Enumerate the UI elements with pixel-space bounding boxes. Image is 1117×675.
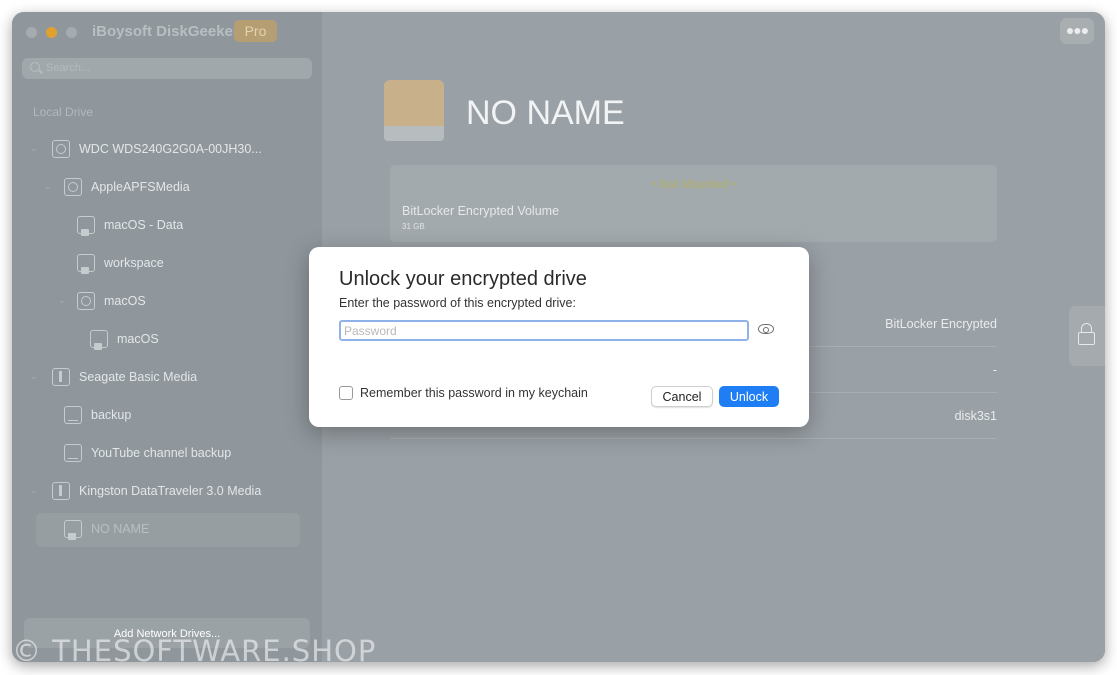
sidebar-item-wdc-disk[interactable]: WDC WDS240G2G0A-00JH30...: [52, 133, 262, 165]
sidebar: iBoysoft DiskGeeker Pro Search... Local …: [12, 12, 322, 662]
disk-icon: [64, 178, 82, 196]
chevron-down-icon[interactable]: ⌄: [30, 371, 42, 382]
sidebar-item-backup[interactable]: backup: [64, 399, 131, 431]
more-options-button[interactable]: ●●●: [1060, 18, 1094, 44]
sidebar-item-seagate[interactable]: Seagate Basic Media: [52, 361, 197, 393]
volume-icon: [64, 444, 82, 462]
chevron-down-icon[interactable]: ⌄: [30, 485, 42, 496]
section-label-local-drive: Local Drive: [33, 105, 94, 119]
volume-type: BitLocker Encrypted Volume: [402, 204, 560, 218]
sidebar-item-macos-container[interactable]: macOS: [77, 285, 146, 317]
sidebar-item-label: YouTube channel backup: [91, 446, 232, 460]
usb-icon: [52, 368, 70, 386]
property-value: -: [992, 363, 997, 377]
volume-size: 31 GB: [402, 222, 425, 231]
search-placeholder: Search...: [46, 62, 91, 74]
search-field[interactable]: Search...: [22, 58, 312, 79]
password-input[interactable]: [339, 320, 749, 341]
sidebar-item-label: NO NAME: [91, 522, 150, 536]
mount-status: • Not Mounted •: [651, 177, 736, 191]
chevron-down-icon[interactable]: ⌄: [30, 143, 42, 154]
cancel-button[interactable]: Cancel: [651, 386, 713, 407]
disk-icon: [77, 292, 95, 310]
dialog-subtitle: Enter the password of this encrypted dri…: [339, 296, 576, 310]
pro-badge: Pro: [234, 20, 277, 42]
locked-volume-icon: [90, 330, 108, 350]
sidebar-item-label: Kingston DataTraveler 3.0 Media: [79, 484, 262, 498]
sidebar-item-label: macOS: [104, 294, 146, 308]
property-value: disk3s1: [954, 409, 997, 423]
locked-volume-icon: [64, 520, 82, 540]
close-window-button[interactable]: [26, 27, 37, 38]
disk-icon: [52, 140, 70, 158]
minimize-window-button[interactable]: [46, 27, 57, 38]
locked-volume-icon: [77, 216, 95, 236]
sidebar-item-label: macOS - Data: [104, 218, 184, 232]
app-title: iBoysoft DiskGeeker: [92, 23, 239, 40]
usb-icon: [52, 482, 70, 500]
volume-info-card: • Not Mounted • BitLocker Encrypted Volu…: [390, 165, 997, 242]
sidebar-item-appleapfsmedia[interactable]: AppleAPFSMedia: [64, 171, 190, 203]
sidebar-item-kingston[interactable]: Kingston DataTraveler 3.0 Media: [52, 475, 261, 507]
remember-label: Remember this password in my keychain: [360, 386, 588, 400]
search-icon: [30, 62, 40, 72]
sidebar-item-macos-volume[interactable]: macOS: [90, 323, 159, 355]
sidebar-item-macos-data[interactable]: macOS - Data: [77, 209, 183, 241]
drive-title: NO NAME: [466, 94, 625, 132]
remember-password-option[interactable]: Remember this password in my keychain: [339, 386, 588, 400]
watermark: © THESOFTWARE.SHOP: [12, 634, 377, 668]
sidebar-item-label: macOS: [117, 332, 159, 346]
show-password-eye-icon[interactable]: [758, 324, 774, 334]
drive-icon: [384, 80, 444, 142]
property-value: BitLocker Encrypted: [885, 317, 997, 331]
unlock-icon: [1078, 323, 1095, 345]
sidebar-item-label: backup: [91, 408, 132, 422]
dialog-title: Unlock your encrypted drive: [339, 268, 587, 290]
unlock-button[interactable]: Unlock: [719, 386, 779, 407]
unlock-side-button[interactable]: [1069, 306, 1105, 366]
volume-icon: [64, 406, 82, 424]
locked-volume-icon: [77, 254, 95, 274]
sidebar-item-label: AppleAPFSMedia: [91, 180, 190, 194]
sidebar-item-label: Seagate Basic Media: [79, 370, 198, 384]
chevron-down-icon[interactable]: ⌄: [44, 181, 56, 192]
sidebar-item-youtube-backup[interactable]: YouTube channel backup: [64, 437, 231, 469]
sidebar-item-label: workspace: [104, 256, 164, 270]
maximize-window-button[interactable]: [66, 27, 77, 38]
sidebar-item-workspace[interactable]: workspace: [77, 247, 164, 279]
unlock-dialog: Unlock your encrypted drive Enter the pa…: [309, 247, 809, 427]
sidebar-item-no-name[interactable]: NO NAME: [64, 513, 149, 545]
sidebar-item-label: WDC WDS240G2G0A-00JH30...: [79, 142, 262, 156]
remember-checkbox[interactable]: [339, 386, 353, 400]
chevron-down-icon[interactable]: ⌄: [58, 295, 70, 306]
